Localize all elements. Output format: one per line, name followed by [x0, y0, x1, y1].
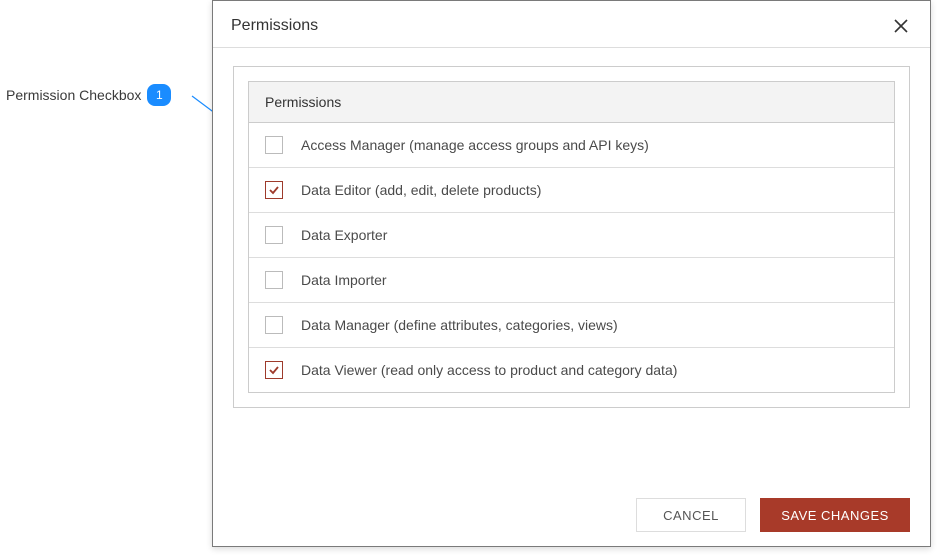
cancel-button-label: CANCEL: [663, 508, 719, 523]
save-button[interactable]: SAVE CHANGES: [760, 498, 910, 532]
annotation-number: 1: [156, 88, 163, 102]
dialog-title: Permissions: [231, 17, 318, 35]
checkmark-icon: [268, 364, 280, 376]
close-button[interactable]: [890, 15, 912, 37]
save-button-label: SAVE CHANGES: [781, 508, 889, 523]
close-icon: [893, 18, 909, 34]
table-row: Data Exporter: [249, 213, 894, 258]
permission-label: Data Importer: [301, 272, 387, 288]
table-row: Data Importer: [249, 258, 894, 303]
permission-label: Data Exporter: [301, 227, 387, 243]
dialog-header: Permissions: [213, 1, 930, 47]
permission-checkbox[interactable]: [265, 226, 283, 244]
annotation-bubble: 1: [147, 84, 171, 106]
permissions-dialog: Permissions Permissions Access Manager (…: [212, 0, 931, 547]
table-row: Data Editor (add, edit, delete products): [249, 168, 894, 213]
permission-checkbox[interactable]: [265, 361, 283, 379]
permission-checkbox[interactable]: [265, 136, 283, 154]
table-row: Access Manager (manage access groups and…: [249, 123, 894, 168]
dialog-footer: CANCEL SAVE CHANGES: [636, 498, 910, 532]
permissions-table: Permissions Access Manager (manage acces…: [248, 81, 895, 393]
permission-label: Access Manager (manage access groups and…: [301, 137, 649, 153]
permission-checkbox[interactable]: [265, 316, 283, 334]
table-row: Data Viewer (read only access to product…: [249, 348, 894, 392]
outer-panel: Permissions Access Manager (manage acces…: [233, 66, 910, 408]
table-row: Data Manager (define attributes, categor…: [249, 303, 894, 348]
annotation-callout: Permission Checkbox 1: [6, 84, 171, 106]
table-header-label: Permissions: [265, 94, 341, 110]
dialog-divider: [213, 47, 930, 48]
checkmark-icon: [268, 184, 280, 196]
table-body: Access Manager (manage access groups and…: [249, 123, 894, 392]
permission-checkbox[interactable]: [265, 271, 283, 289]
permission-checkbox[interactable]: [265, 181, 283, 199]
cancel-button[interactable]: CANCEL: [636, 498, 746, 532]
permission-label: Data Manager (define attributes, categor…: [301, 317, 618, 333]
permission-label: Data Editor (add, edit, delete products): [301, 182, 541, 198]
table-header: Permissions: [249, 82, 894, 123]
annotation-text: Permission Checkbox: [6, 87, 141, 103]
permission-label: Data Viewer (read only access to product…: [301, 362, 677, 378]
